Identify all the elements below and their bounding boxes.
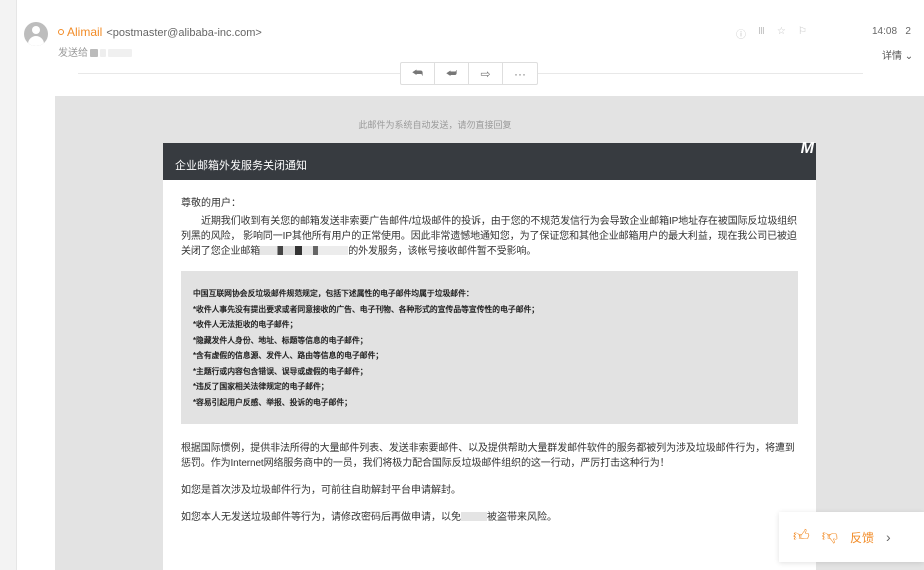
rule-item: 中国互联网协会反垃圾邮件规范规定，包括下述属性的电子邮件均属于垃圾邮件： <box>193 289 474 298</box>
chevron-down-icon: ⌄ <box>904 51 914 62</box>
header-icons: ⓘ Ⅲ ☆ ⚐ <box>736 26 807 41</box>
rule-item: *主题行或内容包含错误、误导或虚假的电子邮件； <box>193 366 368 376</box>
thumbs-up-icon[interactable]: 👍︎ <box>793 529 810 545</box>
time-suffix: 2 <box>905 26 911 37</box>
account-redacted <box>461 512 487 521</box>
auto-reply-note: 此邮件为系统自动发送，请勿直接回复 <box>358 120 512 130</box>
recipient-redacted <box>108 49 132 57</box>
time-text: 14:08 <box>872 26 898 37</box>
paragraph-4-text: 如您本人无发送垃圾邮件等行为，请修改密码后再做申请，以免 <box>181 512 461 523</box>
notice-card: 企业邮箱外发服务关闭通知 M 尊敬的用户： 近期我们收到有关您的邮箱发送非索要广… <box>163 140 816 570</box>
rule-item: *隐藏发件人身份、地址、标题等信息的电子邮件； <box>193 335 368 345</box>
sender-email[interactable]: <postmaster@alibaba-inc.com> <box>106 27 261 39</box>
more-icon[interactable]: ··· <box>503 63 537 84</box>
mail-toolbar: ⮪ ⮨ ⇨ ··· <box>400 62 538 85</box>
paragraph-4: 如您本人无发送垃圾邮件等行为，请修改密码后再做申请，以免 被盗带来风险。 <box>181 510 798 525</box>
menu-icon[interactable]: Ⅲ <box>758 26 765 41</box>
paragraph-1: 近期我们收到有关您的邮箱发送非索要广告邮件/垃圾邮件的投诉，由于您的不规范发信行… <box>181 214 798 259</box>
rule-item: *收件人事先没有提出要求或者同意接收的广告、电子刊物、各种形式的宣传品等宣传性的… <box>193 304 540 314</box>
mail-body-frame: 此邮件为系统自动发送，请勿直接回复 企业邮箱外发服务关闭通知 M 尊敬的用户： … <box>55 96 924 570</box>
detail-label: 详情 <box>882 51 902 62</box>
feedback-button[interactable]: 反馈 <box>850 529 874 546</box>
reply-icon[interactable]: ⮪ <box>401 63 435 84</box>
info-icon[interactable]: ⓘ <box>736 26 746 41</box>
recipient-redacted <box>100 49 106 57</box>
recipient-redacted <box>90 49 98 57</box>
paragraph-3: 如您是首次涉及垃圾邮件行为，可前往自助解封平台申请解封。 <box>181 485 461 496</box>
flag-icon[interactable]: ⚐ <box>798 26 807 41</box>
collapse-icon[interactable]: › <box>886 529 891 545</box>
avatar-head <box>32 26 40 34</box>
brand-logo: M <box>800 140 814 157</box>
rule-item: *容易引起用户反感、举报、投诉的电子邮件； <box>193 397 352 407</box>
forward-icon[interactable]: ⇨ <box>469 63 503 84</box>
unread-dot-icon <box>58 29 64 35</box>
mail-time: 14:08 2 <box>872 26 911 37</box>
avatar-body <box>28 36 44 46</box>
thumbs-down-icon[interactable]: 👎︎ <box>822 529 838 545</box>
rule-item: *含有虚假的信息源、发件人、路由等信息的电子邮件； <box>193 351 384 360</box>
rule-item: *违反了国家相关法律规定的电子邮件； <box>193 382 329 391</box>
sender-avatar[interactable] <box>24 22 48 46</box>
paragraph-2: 根据国际惯例，提供非法所得的大量邮件列表、发送非索要邮件、以及提供帮助大量群发邮… <box>181 443 795 469</box>
toolbar-divider <box>537 73 863 74</box>
notice-header: 企业邮箱外发服务关闭通知 M <box>163 140 816 180</box>
sender-name[interactable]: Alimail <box>67 25 102 39</box>
to-label: 发送给 <box>58 48 88 59</box>
account-redacted <box>260 246 349 255</box>
toolbar-divider <box>78 73 400 74</box>
paragraph-1-text-end: 的外发服务，该帐号接收邮件暂不受影响。 <box>348 246 537 257</box>
reply-all-icon[interactable]: ⮨ <box>435 63 469 84</box>
greeting: 尊敬的用户： <box>181 198 241 209</box>
star-icon[interactable]: ☆ <box>777 26 786 41</box>
to-line: 发送给 <box>58 44 132 59</box>
notice-body: 尊敬的用户： 近期我们收到有关您的邮箱发送非索要广告邮件/垃圾邮件的投诉，由于您… <box>163 180 816 525</box>
detail-button[interactable]: 详情 ⌄ <box>882 47 913 62</box>
from-line: Alimail <postmaster@alibaba-inc.com> <box>58 25 262 39</box>
anti-spam-rules: 中国互联网协会反垃圾邮件规范规定，包括下述属性的电子邮件均属于垃圾邮件： *收件… <box>181 271 798 424</box>
notice-title: 企业邮箱外发服务关闭通知 <box>175 160 307 172</box>
feedback-widget: 👍︎ 👎︎ 反馈 › <box>779 512 924 562</box>
paragraph-4-text-end: 被盗带来风险。 <box>487 512 557 523</box>
rule-item: *收件人无法拒收的电子邮件； <box>193 320 298 329</box>
